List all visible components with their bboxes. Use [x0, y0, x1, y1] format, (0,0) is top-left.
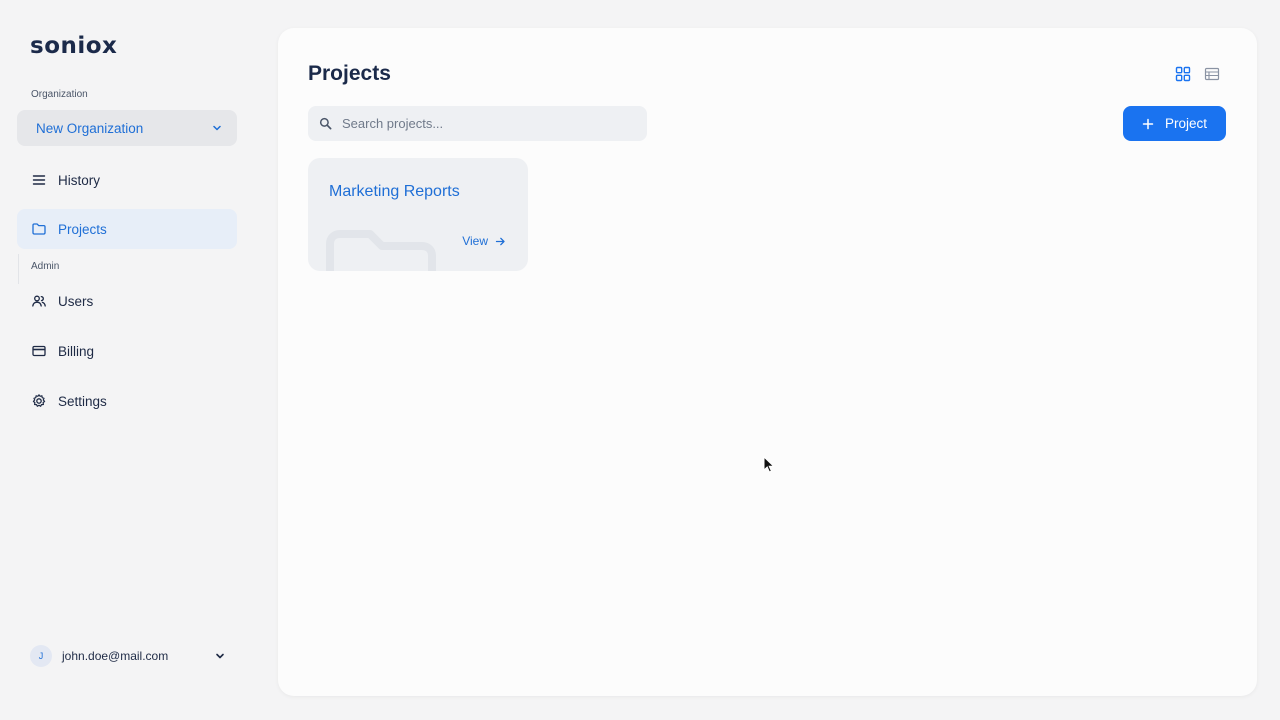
- search-box[interactable]: [308, 106, 647, 141]
- sidebar-item-label: Settings: [58, 393, 107, 409]
- search-input[interactable]: [342, 116, 647, 131]
- users-icon: [32, 295, 46, 307]
- main-panel: Projects Project Marketing Reports View: [278, 28, 1257, 696]
- view-label: View: [462, 234, 488, 248]
- organization-name: New Organization: [36, 120, 144, 136]
- sidebar-item-label: Users: [58, 293, 94, 309]
- menu-lines-icon: [32, 175, 46, 185]
- sidebar-item-settings[interactable]: Settings: [17, 381, 237, 421]
- user-email: john.doe@mail.com: [62, 649, 169, 663]
- folder-icon: [32, 223, 46, 235]
- admin-divider: [18, 254, 19, 284]
- admin-section-label: Admin: [31, 261, 60, 272]
- add-project-button[interactable]: Project: [1123, 106, 1226, 141]
- soniox-logo[interactable]: soniox: [30, 33, 117, 59]
- search-icon: [319, 117, 332, 130]
- project-card[interactable]: Marketing Reports View: [308, 158, 528, 271]
- credit-card-icon: [32, 345, 46, 357]
- mouse-cursor-icon: [763, 456, 775, 473]
- plus-icon: [1142, 118, 1154, 129]
- sidebar-item-users[interactable]: Users: [17, 281, 237, 321]
- organization-label: Organization: [31, 89, 88, 100]
- view-toggle: [1175, 66, 1220, 82]
- sidebar-item-label: Projects: [58, 221, 107, 237]
- project-name: Marketing Reports: [329, 183, 460, 200]
- add-project-label: Project: [1164, 116, 1208, 131]
- sidebar-item-label: Billing: [58, 343, 95, 359]
- sidebar: soniox Organization New Organization His…: [0, 0, 256, 720]
- arrow-right-icon: [495, 237, 505, 245]
- sidebar-item-projects[interactable]: Projects: [17, 209, 237, 249]
- sidebar-item-billing[interactable]: Billing: [17, 331, 237, 371]
- list-view-icon[interactable]: [1204, 66, 1220, 82]
- chevron-down-icon: [213, 125, 221, 131]
- gear-icon: [32, 394, 46, 407]
- folder-watermark-icon: [326, 230, 436, 271]
- sidebar-item-history[interactable]: History: [17, 160, 237, 200]
- user-menu[interactable]: J john.doe@mail.com: [30, 645, 226, 667]
- sidebar-item-label: History: [58, 172, 101, 188]
- project-view-link[interactable]: View: [462, 234, 506, 248]
- avatar: J: [30, 645, 52, 667]
- page-title: Projects: [308, 62, 391, 85]
- organization-select[interactable]: New Organization: [17, 110, 237, 146]
- grid-view-icon[interactable]: [1175, 66, 1191, 82]
- chevron-down-icon: [216, 653, 224, 659]
